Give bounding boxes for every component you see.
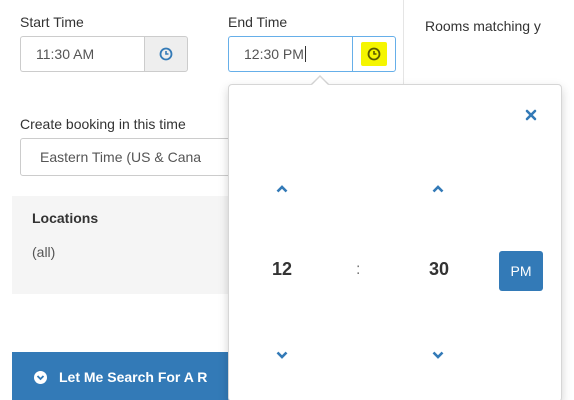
start-time-clock-button[interactable] (144, 36, 188, 72)
timezone-label: Create booking in this time (20, 116, 186, 132)
meridian-toggle-button[interactable]: PM (499, 251, 543, 291)
end-time-clock-button[interactable] (352, 36, 396, 72)
hour-down-button[interactable] (267, 343, 297, 367)
end-time-label: End Time (228, 14, 288, 30)
chevron-up-icon (276, 185, 288, 193)
minute-up-button[interactable] (423, 177, 453, 201)
minute-value[interactable]: 30 (419, 259, 459, 280)
start-time-input[interactable]: 11:30 AM (20, 36, 144, 72)
text-caret (304, 46, 306, 62)
time-separator: : (356, 261, 361, 278)
clock-icon (159, 47, 173, 61)
hour-value[interactable]: 12 (262, 259, 302, 280)
hour-up-button[interactable] (267, 177, 297, 201)
chevron-circle-down-icon (34, 370, 47, 384)
minute-down-button[interactable] (423, 343, 453, 367)
booking-form: Start Time 11:30 AM End Time 12:30 PM Ro… (0, 0, 574, 400)
picker-arrow-fill (311, 77, 329, 86)
locations-title: Locations (32, 210, 99, 226)
end-time-input[interactable]: 12:30 PM (228, 36, 352, 72)
search-rooms-label: Let Me Search For A R (59, 369, 208, 385)
locations-value[interactable]: (all) (32, 244, 55, 260)
time-picker-popover: 12 : 30 PM (228, 84, 562, 400)
column-divider (403, 0, 404, 90)
chevron-down-icon (276, 351, 288, 359)
rooms-matching-heading: Rooms matching y (425, 18, 541, 34)
end-time-group: 12:30 PM (228, 36, 396, 72)
chevron-down-icon (432, 351, 444, 359)
start-time-group: 11:30 AM (20, 36, 188, 72)
end-time-value: 12:30 PM (244, 46, 304, 62)
close-icon[interactable] (519, 103, 543, 127)
chevron-up-icon (432, 185, 444, 193)
start-time-label: Start Time (20, 14, 84, 30)
clock-icon (361, 42, 387, 66)
